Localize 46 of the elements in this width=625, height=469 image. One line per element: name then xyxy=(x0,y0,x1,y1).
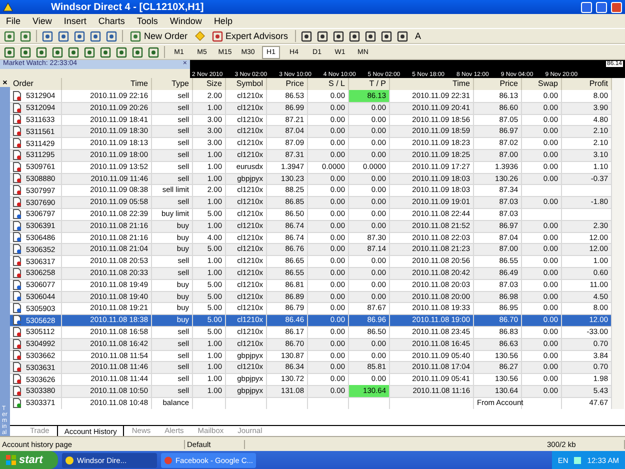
order-icon xyxy=(13,173,22,184)
order-icon xyxy=(13,220,22,231)
order-icon xyxy=(13,350,22,360)
order-icon xyxy=(13,268,22,278)
order-icon xyxy=(13,162,22,172)
order-icon xyxy=(13,114,22,124)
order-icon xyxy=(13,374,22,384)
order-icon xyxy=(13,185,22,196)
order-icon xyxy=(13,90,22,101)
order-icon xyxy=(13,126,22,136)
windows-logo-icon xyxy=(6,455,16,465)
order-icon xyxy=(13,232,22,242)
order-icon xyxy=(13,326,22,337)
text-tool-button[interactable]: A xyxy=(413,29,424,43)
order-icon xyxy=(13,315,22,326)
menu-item[interactable]: Charts xyxy=(98,16,125,26)
maximize-button[interactable] xyxy=(596,2,607,12)
menu-item[interactable]: Insert xyxy=(64,16,86,26)
menu-item[interactable]: View xyxy=(32,16,52,26)
order-icon xyxy=(13,362,22,372)
order-icon xyxy=(13,280,22,290)
window-title: Windsor Direct 4 - [CL1210X,H1] xyxy=(51,2,205,12)
order-icon xyxy=(13,303,22,314)
order-icon xyxy=(13,197,22,208)
new-order-button[interactable]: New Order xyxy=(128,29,190,43)
order-icon xyxy=(13,138,22,148)
close-button[interactable] xyxy=(611,2,622,12)
close-button[interactable]: × xyxy=(0,78,10,87)
app-icon xyxy=(164,456,172,464)
order-icon xyxy=(13,386,22,396)
order-icon xyxy=(13,338,22,349)
order-icon xyxy=(13,291,22,302)
scrollbar[interactable] xyxy=(612,78,624,409)
minimize-button[interactable] xyxy=(581,2,592,12)
start-button[interactable]: start xyxy=(0,451,58,469)
expert-advisors-button[interactable]: Expert Advisors xyxy=(210,29,290,43)
order-icon xyxy=(13,102,22,113)
order-icon xyxy=(13,244,22,254)
order-icon xyxy=(13,208,22,219)
order-icon xyxy=(13,150,22,160)
menu-item[interactable]: Tools xyxy=(136,16,158,26)
app-icon xyxy=(65,456,74,464)
menu-item[interactable]: Window xyxy=(170,16,202,26)
order-icon xyxy=(13,256,22,266)
menu-item[interactable]: File xyxy=(6,16,21,26)
menu-item[interactable]: Help xyxy=(214,16,232,26)
